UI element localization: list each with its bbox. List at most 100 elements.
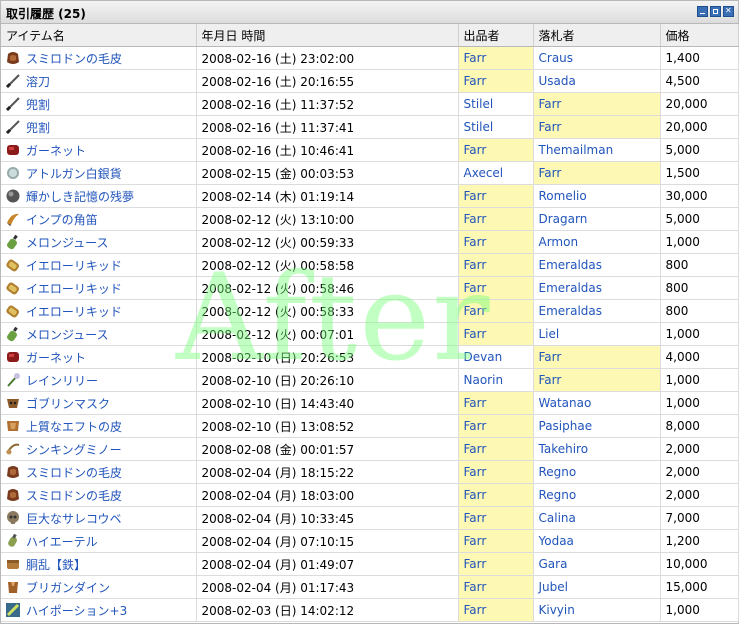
seller-link[interactable]: Stilel <box>464 120 494 134</box>
seller-link[interactable]: Farr <box>464 580 487 594</box>
seller-link[interactable]: Farr <box>464 189 487 203</box>
buyer-link[interactable]: Armon <box>539 235 579 249</box>
buyer-link[interactable]: Farr <box>539 97 562 111</box>
seller-link[interactable]: Farr <box>464 557 487 571</box>
table-row[interactable]: ハイポーション+3 2008-02-03 (日) 14:02:12 Farr Kivy… <box>1 598 739 622</box>
table-row[interactable]: レインリリー 2008-02-10 (日) 20:26:10 Naorin Farr 1… <box>1 368 739 392</box>
buyer-link[interactable]: Yodaa <box>539 534 574 548</box>
item-link[interactable]: メロンジュース <box>26 234 109 251</box>
item-link[interactable]: ハイポーション+3 <box>26 602 127 619</box>
item-link[interactable]: メロンジュース <box>26 326 109 343</box>
seller-link[interactable]: Farr <box>464 442 487 456</box>
item-link[interactable]: スミロドンの毛皮 <box>26 50 122 67</box>
minimize-icon[interactable] <box>697 6 708 17</box>
table-row[interactable]: インプの角笛 2008-02-12 (火) 13:10:00 Farr Dragarn… <box>1 207 739 231</box>
seller-link[interactable]: Farr <box>464 304 487 318</box>
item-link[interactable]: スミロドンの毛皮 <box>26 487 122 504</box>
seller-link[interactable]: Farr <box>464 419 487 433</box>
buyer-link[interactable]: Calina <box>539 511 576 525</box>
buyer-link[interactable]: Craus <box>539 51 574 65</box>
item-link[interactable]: ガーネット <box>26 349 86 366</box>
column-header-item[interactable]: アイテム名 <box>1 24 197 47</box>
table-row[interactable]: スミロドンの毛皮 2008-02-16 (土) 23:02:00 Farr Craus… <box>1 46 739 70</box>
table-row[interactable]: ハイエーテル 2008-02-04 (月) 07:10:15 Farr Yodaa 1,… <box>1 529 739 553</box>
buyer-link[interactable]: Emeraldas <box>539 281 603 295</box>
table-row[interactable]: メロンジュース 2008-02-12 (火) 00:59:33 Farr Armon 1… <box>1 230 739 254</box>
item-link[interactable]: ゴブリンマスク <box>26 395 110 412</box>
seller-link[interactable]: Axecel <box>464 166 504 180</box>
table-row[interactable]: ブリガンダイン 2008-02-04 (月) 01:17:43 Farr Jubel 1… <box>1 575 739 599</box>
item-link[interactable]: 兜割 <box>26 96 50 113</box>
item-link[interactable]: スミロドンの毛皮 <box>26 464 122 481</box>
table-row[interactable]: イエローリキッド 2008-02-12 (火) 00:58:58 Farr Emera… <box>1 253 739 277</box>
seller-link[interactable]: Stilel <box>464 97 494 111</box>
seller-link[interactable]: Farr <box>464 212 487 226</box>
table-row[interactable]: イエローリキッド 2008-02-12 (火) 00:58:33 Farr Emera… <box>1 299 739 323</box>
item-link[interactable]: 溶刀 <box>26 73 50 90</box>
buyer-link[interactable]: Liel <box>539 327 560 341</box>
item-link[interactable]: 輝かしき記憶の残夢 <box>26 188 134 205</box>
seller-link[interactable]: Farr <box>464 235 487 249</box>
buyer-link[interactable]: Farr <box>539 120 562 134</box>
item-link[interactable]: ブリガンダイン <box>26 579 110 596</box>
item-link[interactable]: アトルガン白銀貨 <box>26 165 122 182</box>
item-link[interactable]: ガーネット <box>26 142 86 159</box>
table-row[interactable]: シンキングミノー 2008-02-08 (金) 00:01:57 Farr Takeh… <box>1 437 739 461</box>
restore-icon[interactable] <box>710 6 721 17</box>
item-link[interactable]: イエローリキッド <box>26 257 122 274</box>
seller-link[interactable]: Farr <box>464 51 487 65</box>
seller-link[interactable]: Farr <box>464 327 487 341</box>
table-row[interactable]: 輝かしき記憶の残夢 2008-02-14 (木) 01:19:14 Farr Rome… <box>1 184 739 208</box>
buyer-link[interactable]: Dragarn <box>539 212 588 226</box>
table-row[interactable]: 胴乱【鉄】 2008-02-04 (月) 01:49:07 Farr Gara 10,0… <box>1 552 739 576</box>
buyer-link[interactable]: Usada <box>539 74 576 88</box>
buyer-link[interactable]: Romelio <box>539 189 587 203</box>
seller-link[interactable]: Farr <box>464 281 487 295</box>
buyer-link[interactable]: Takehiro <box>539 442 589 456</box>
column-header-datetime[interactable]: 年月日 時間 <box>196 24 459 47</box>
buyer-link[interactable]: Kivyin <box>539 603 575 617</box>
item-link[interactable]: イエローリキッド <box>26 280 122 297</box>
seller-link[interactable]: Farr <box>464 511 487 525</box>
item-link[interactable]: ハイエーテル <box>26 533 98 550</box>
table-row[interactable]: スミロドンの毛皮 2008-02-04 (月) 18:15:22 Farr Regno… <box>1 460 739 484</box>
column-header-buyer[interactable]: 落札者 <box>533 24 661 47</box>
seller-link[interactable]: Naorin <box>464 373 504 387</box>
table-row[interactable]: アトルガン白銀貨 2008-02-15 (金) 00:03:53 Axecel Far… <box>1 161 739 185</box>
seller-link[interactable]: Devan <box>464 350 503 364</box>
item-link[interactable]: シンキングミノー <box>26 441 122 458</box>
buyer-link[interactable]: Themailman <box>539 143 614 157</box>
seller-link[interactable]: Farr <box>464 603 487 617</box>
buyer-link[interactable]: Watanao <box>539 396 592 410</box>
item-link[interactable]: レインリリー <box>26 372 98 389</box>
table-row[interactable]: ガーネット 2008-02-16 (土) 10:46:41 Farr Themailm… <box>1 138 739 162</box>
table-row[interactable]: ゴブリンマスク 2008-02-10 (日) 14:43:40 Farr Watana… <box>1 391 739 415</box>
seller-link[interactable]: Farr <box>464 465 487 479</box>
seller-link[interactable]: Farr <box>464 488 487 502</box>
table-row[interactable]: 上質なエフトの皮 2008-02-10 (日) 13:08:52 Farr Pasip… <box>1 414 739 438</box>
column-header-seller[interactable]: 出品者 <box>458 24 534 47</box>
item-link[interactable]: イエローリキッド <box>26 303 122 320</box>
table-row[interactable]: メロンジュース 2008-02-12 (火) 00:07:01 Farr Liel 1,… <box>1 322 739 346</box>
column-header-price[interactable]: 価格 <box>660 24 739 47</box>
table-row[interactable]: 兜割 2008-02-16 (土) 11:37:52 Stilel Farr 20,00… <box>1 92 739 116</box>
seller-link[interactable]: Farr <box>464 534 487 548</box>
buyer-link[interactable]: Gara <box>539 557 568 571</box>
buyer-link[interactable]: Farr <box>539 166 562 180</box>
buyer-link[interactable]: Jubel <box>539 580 568 594</box>
seller-link[interactable]: Farr <box>464 396 487 410</box>
buyer-link[interactable]: Emeraldas <box>539 304 603 318</box>
buyer-link[interactable]: Regno <box>539 488 577 502</box>
buyer-link[interactable]: Farr <box>539 350 562 364</box>
item-link[interactable]: 胴乱【鉄】 <box>26 556 86 573</box>
item-link[interactable]: 巨大なサレコウベ <box>26 510 122 527</box>
close-icon[interactable] <box>723 6 734 17</box>
buyer-link[interactable]: Farr <box>539 373 562 387</box>
table-row[interactable]: 巨大なサレコウベ 2008-02-04 (月) 10:33:45 Farr Calin… <box>1 506 739 530</box>
item-link[interactable]: 上質なエフトの皮 <box>26 418 122 435</box>
item-link[interactable]: インプの角笛 <box>26 211 98 228</box>
buyer-link[interactable]: Emeraldas <box>539 258 603 272</box>
table-row[interactable]: ガーネット 2008-02-10 (日) 20:26:53 Devan Farr 4,0… <box>1 345 739 369</box>
buyer-link[interactable]: Regno <box>539 465 577 479</box>
seller-link[interactable]: Farr <box>464 74 487 88</box>
